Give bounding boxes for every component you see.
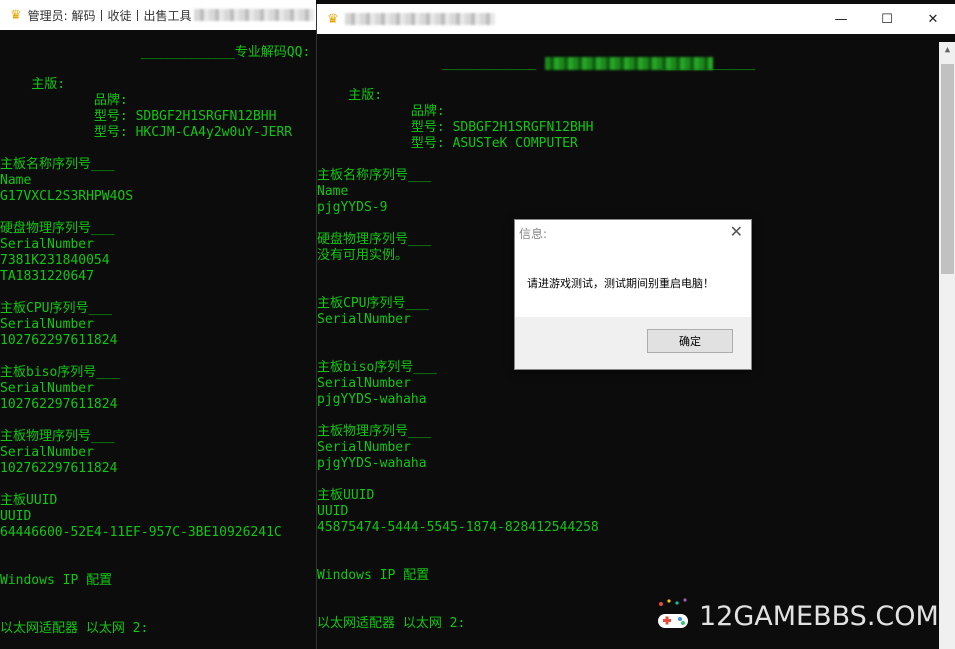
- dialog-message: 请进游戏测试，测试期间别重启电脑！: [527, 277, 714, 290]
- console-line: 型号: SDBGF2H1SRGFN12BHH: [317, 120, 594, 135]
- app-icon: ♛: [10, 7, 22, 23]
- right-titlebar[interactable]: ♛ — ☐ ✕: [317, 4, 955, 34]
- console-line: UUID: [0, 509, 32, 524]
- blurred-title-text: [344, 13, 495, 25]
- console-line: 主板物理序列号___: [317, 424, 432, 439]
- console-line: G17VXCL2S3RHPW4OS: [0, 189, 134, 204]
- console-line: Name: [317, 184, 349, 199]
- console-line: 型号: ASUSTeK COMPUTER: [317, 136, 578, 151]
- console-line: SerialNumber: [317, 440, 411, 455]
- console-line: 以太网适配器 以太网 2:: [0, 621, 149, 636]
- left-titlebar[interactable]: ♛ 管理员: 解码丨收徒丨出售工具: [0, 0, 316, 30]
- console-line: pjgYYDS-wahaha: [317, 392, 427, 407]
- console-line: 型号: HKCJM-CA4y2w0uY-JERR: [0, 125, 293, 140]
- maximize-icon: ☐: [881, 11, 893, 27]
- info-dialog: 信息: ✕ 请进游戏测试，测试期间别重启电脑！ 确定: [514, 219, 752, 370]
- maximize-button[interactable]: ☐: [864, 4, 910, 34]
- console-line: SerialNumber: [0, 317, 94, 332]
- console-line: SerialNumber: [317, 376, 411, 391]
- console-line: 64446600-52E4-11EF-957C-3BE10926241C: [0, 525, 282, 540]
- console-line: 主板CPU序列号___: [0, 301, 112, 316]
- vertical-scrollbar[interactable]: ▲: [939, 42, 955, 649]
- scroll-up-arrow-icon[interactable]: ▲: [939, 42, 955, 59]
- console-line: 102762297611824: [0, 397, 118, 412]
- scrollbar-thumb[interactable]: [941, 64, 954, 274]
- console-line: 102762297611824: [0, 461, 118, 476]
- console-line: pjgYYDS-wahaha: [317, 456, 427, 471]
- console-line: 品牌:: [0, 93, 128, 108]
- watermark-text: 12GAMEBBS.COM: [699, 600, 939, 632]
- console-line: 主板物理序列号___: [0, 429, 115, 444]
- ok-button[interactable]: 确定: [647, 329, 733, 353]
- console-line: SerialNumber: [0, 381, 94, 396]
- minimize-icon: —: [834, 11, 848, 27]
- minimize-button[interactable]: —: [818, 4, 864, 34]
- app-icon: ♛: [327, 11, 339, 27]
- console-line: 主版:: [317, 88, 383, 103]
- console-line: ____________专业解码QQ:: [0, 45, 311, 60]
- console-line: 主板UUID: [317, 488, 375, 503]
- console-line: TA1831220647: [0, 269, 94, 284]
- close-icon: ✕: [927, 11, 939, 27]
- console-line: 主板biso序列号___: [0, 365, 120, 380]
- blurred-title-text: [193, 9, 314, 21]
- console-line: 硬盘物理序列号___: [0, 221, 115, 236]
- watermark: 12GAMEBBS.COM: [655, 598, 939, 634]
- console-line: UUID: [317, 504, 349, 519]
- console-line: 主板UUID: [0, 493, 58, 508]
- console-line: 7381K231840054: [0, 253, 110, 268]
- left-window-title: 管理员: 解码丨收徒丨出售工具: [27, 8, 192, 23]
- console-line: 主版:: [0, 77, 66, 92]
- console-line: 品牌:: [317, 104, 445, 119]
- console-line: SerialNumber: [0, 445, 94, 460]
- dialog-footer: 确定: [515, 317, 751, 369]
- left-console-window: ♛ 管理员: 解码丨收徒丨出售工具 ____________专业解码QQ: 主版…: [0, 0, 316, 649]
- blurred-heading-text: [545, 57, 713, 70]
- left-console-output: ____________专业解码QQ: 主版: 品牌: 型号: SDBGF2H1…: [0, 45, 316, 637]
- gamepad-logo-icon: [658, 598, 688, 628]
- console-line: 型号: SDBGF2H1SRGFN12BHH: [0, 109, 277, 124]
- console-line: 主板名称序列号___: [0, 157, 115, 172]
- dialog-close-icon[interactable]: ✕: [730, 222, 743, 241]
- console-line: 102762297611824: [0, 333, 118, 348]
- console-line: SerialNumber: [0, 237, 94, 252]
- console-line: Windows IP 配置: [0, 573, 113, 588]
- dialog-title: 信息:: [519, 227, 548, 241]
- close-button[interactable]: ✕: [910, 4, 955, 34]
- console-line: pjgYYDS-9: [317, 200, 388, 215]
- console-line: Name: [0, 173, 32, 188]
- console-line: 45875474-5444-5545-1874-828412544258: [317, 520, 599, 535]
- console-line: 主板名称序列号___: [317, 168, 432, 183]
- console-line: Windows IP 配置: [317, 568, 430, 583]
